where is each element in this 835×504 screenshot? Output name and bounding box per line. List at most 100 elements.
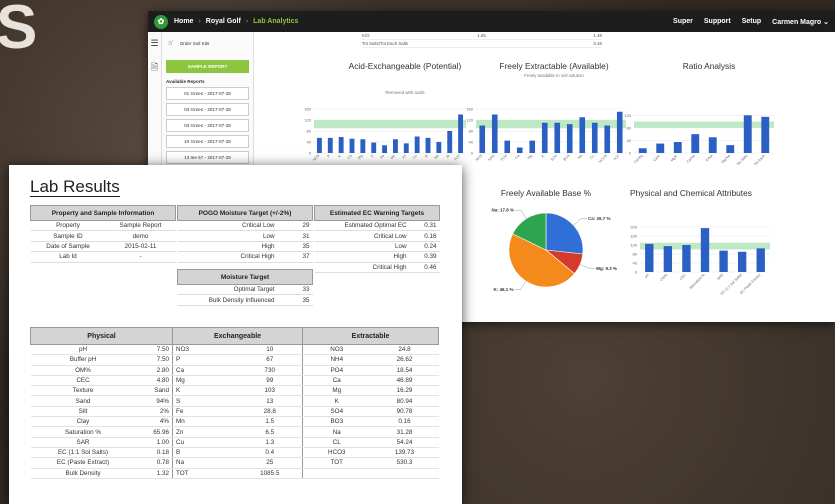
x-tick-label: Ca/K	[652, 153, 661, 162]
breadcrumb-current[interactable]: Lab Analytics	[253, 18, 298, 25]
document-icon[interactable]: 🗎	[148, 60, 161, 76]
bar	[504, 140, 511, 153]
physical-label: OM%	[30, 365, 136, 376]
report-item[interactable]: 13 tee 57 - 2017-07-28	[166, 151, 249, 164]
x-tick-label: Na	[433, 154, 439, 160]
table-row: Critical Low 29	[177, 220, 313, 232]
bar	[616, 111, 623, 153]
table-row: Silt 2% Fe 28.8 SO4 90.78	[30, 406, 439, 418]
extractable-label: SO4	[302, 406, 371, 418]
breadcrumb-separator-icon: ›	[198, 18, 201, 25]
x-tick-label: CEC	[679, 273, 687, 281]
x-tick-label: Al	[445, 154, 450, 159]
lab-results-sheet: Lab Results Property and Sample Informat…	[9, 165, 462, 504]
table-row: EC (1:1 Sol Salts) 0.18 B 0.4 HCO3 139.73	[30, 447, 439, 459]
bar	[708, 137, 717, 153]
cell-label: Critical Low	[314, 230, 410, 242]
x-tick-label: BO3	[563, 154, 571, 162]
y-tick-label: 0	[635, 270, 638, 275]
nav-setup[interactable]: Setup	[742, 18, 761, 26]
exchangeable-value: 13	[237, 395, 303, 407]
exchangeable-value: 1.3	[237, 437, 303, 448]
y-tick-label: 200	[630, 225, 637, 230]
nav-support[interactable]: Support	[704, 18, 731, 26]
exchangeable-value: 10	[237, 344, 303, 356]
exchangeable-label: Na	[172, 457, 238, 469]
exchangeable-value: 28.8	[237, 406, 303, 418]
exchangeable-value: 1085.5	[237, 468, 303, 479]
physical-label: Clay	[30, 416, 136, 428]
cell-value: 33	[277, 284, 313, 296]
page-title: Lab Results	[30, 177, 120, 197]
pie-slice	[545, 212, 584, 255]
y-tick-label: 40	[633, 261, 638, 266]
table-row: High 35	[177, 241, 313, 253]
cart-icon: 🛒	[168, 40, 174, 45]
x-tick-label: K/Na	[705, 154, 713, 162]
extractable-label: Mg	[302, 385, 371, 397]
bar	[392, 139, 398, 153]
exchangeable-value: 730	[237, 365, 303, 376]
table-row: SAR 1.00 Cu 1.3 CL 54.24	[30, 437, 439, 448]
breadcrumb-home[interactable]: Home	[174, 18, 193, 25]
x-tick-label: Mg	[527, 154, 533, 160]
table-header: Estimated EC Warning Targets	[314, 205, 440, 221]
x-tick-label: Mg/K	[670, 153, 679, 162]
cell-value: 2015-02-11	[105, 241, 176, 253]
menu-icon[interactable]: ☰	[148, 38, 161, 49]
exchangeable-header: Exchangeable	[172, 327, 304, 345]
y-tick-label: 120	[630, 243, 637, 248]
available-reports-title: Available Reports	[166, 79, 205, 84]
cell-label: Estimated Optimal EC	[314, 220, 410, 232]
cell-label: Property	[30, 220, 106, 232]
report-item[interactable]: 10 Green - 2017-07-28	[166, 135, 249, 148]
x-tick-label: Na	[577, 154, 583, 160]
y-tick-label: 40	[627, 138, 632, 143]
x-tick-label: EC Paste Extract	[739, 273, 761, 295]
x-tick-label: S	[370, 153, 375, 158]
order-soil-kits-link[interactable]: 🛒 Order Soil Kits	[166, 36, 249, 54]
physical-value: 2%	[135, 406, 173, 418]
physical-value: 1.00	[135, 437, 173, 448]
physical-label: SAR	[30, 437, 136, 448]
user-menu[interactable]: Carmen Magro ⌄	[772, 18, 829, 26]
extractable-value: 530.3	[370, 457, 439, 469]
report-item[interactable]: 03 Green - 2017-07-28	[166, 119, 249, 132]
extractable-value: 90.78	[370, 406, 439, 418]
report-item[interactable]: 03 Green - 2017-07-28	[166, 103, 249, 116]
physical-value: 4%	[135, 416, 173, 428]
top-nav-links: Super Support Setup Carmen Magro ⌄	[673, 18, 829, 26]
breadcrumb-course[interactable]: Royal Golf	[206, 18, 241, 25]
physical-label: Bulk Density	[30, 468, 136, 479]
bar	[673, 142, 682, 153]
user-name: Carmen Magro	[772, 18, 822, 26]
table-row: CEC 4.80 Mg 99 Ca 46.89	[30, 375, 439, 387]
sample-report-button[interactable]: SAMPLE REPORT	[166, 60, 249, 73]
x-tick-label: SO4	[550, 154, 558, 162]
bar	[656, 143, 665, 153]
table-row: Clay 4% Mn 1.5 BO3 0.16	[30, 416, 439, 428]
cell-value: 35	[277, 241, 313, 253]
exchangeable-label: K	[172, 385, 238, 397]
exchangeable-label: Ca	[172, 365, 238, 376]
x-tick-label: Fe	[379, 154, 385, 160]
x-tick-label: NH4	[488, 154, 496, 162]
app-logo-icon[interactable]: ✿	[154, 14, 168, 29]
table-row: Lab Id -	[30, 251, 176, 263]
x-tick-label: NO3	[312, 154, 320, 162]
x-tick-label: NO3	[475, 154, 483, 162]
y-tick-label: 80	[627, 125, 632, 130]
table-row: Date of Sample 2015-02-11	[30, 241, 176, 253]
ec-warning-table: Estimated EC Warning Targets Estimated O…	[314, 205, 440, 273]
physical-value: 65.96	[135, 426, 173, 438]
report-item[interactable]: 01 Green - 2017-07-28	[166, 87, 249, 100]
extractable-label: Ca	[302, 375, 371, 387]
bar	[737, 251, 747, 272]
physical-label: Silt	[30, 406, 136, 418]
pie-slice-label: Ca: 26.7 %	[588, 216, 611, 221]
exchangeable-label: S	[172, 395, 238, 407]
table-row: Saturation % 65.96 Zn 6.5 Na 31.28	[30, 426, 439, 438]
extractable-value: 54.24	[370, 437, 439, 448]
nav-super[interactable]: Super	[673, 18, 693, 26]
x-tick-label: Mg/Na	[721, 154, 731, 164]
